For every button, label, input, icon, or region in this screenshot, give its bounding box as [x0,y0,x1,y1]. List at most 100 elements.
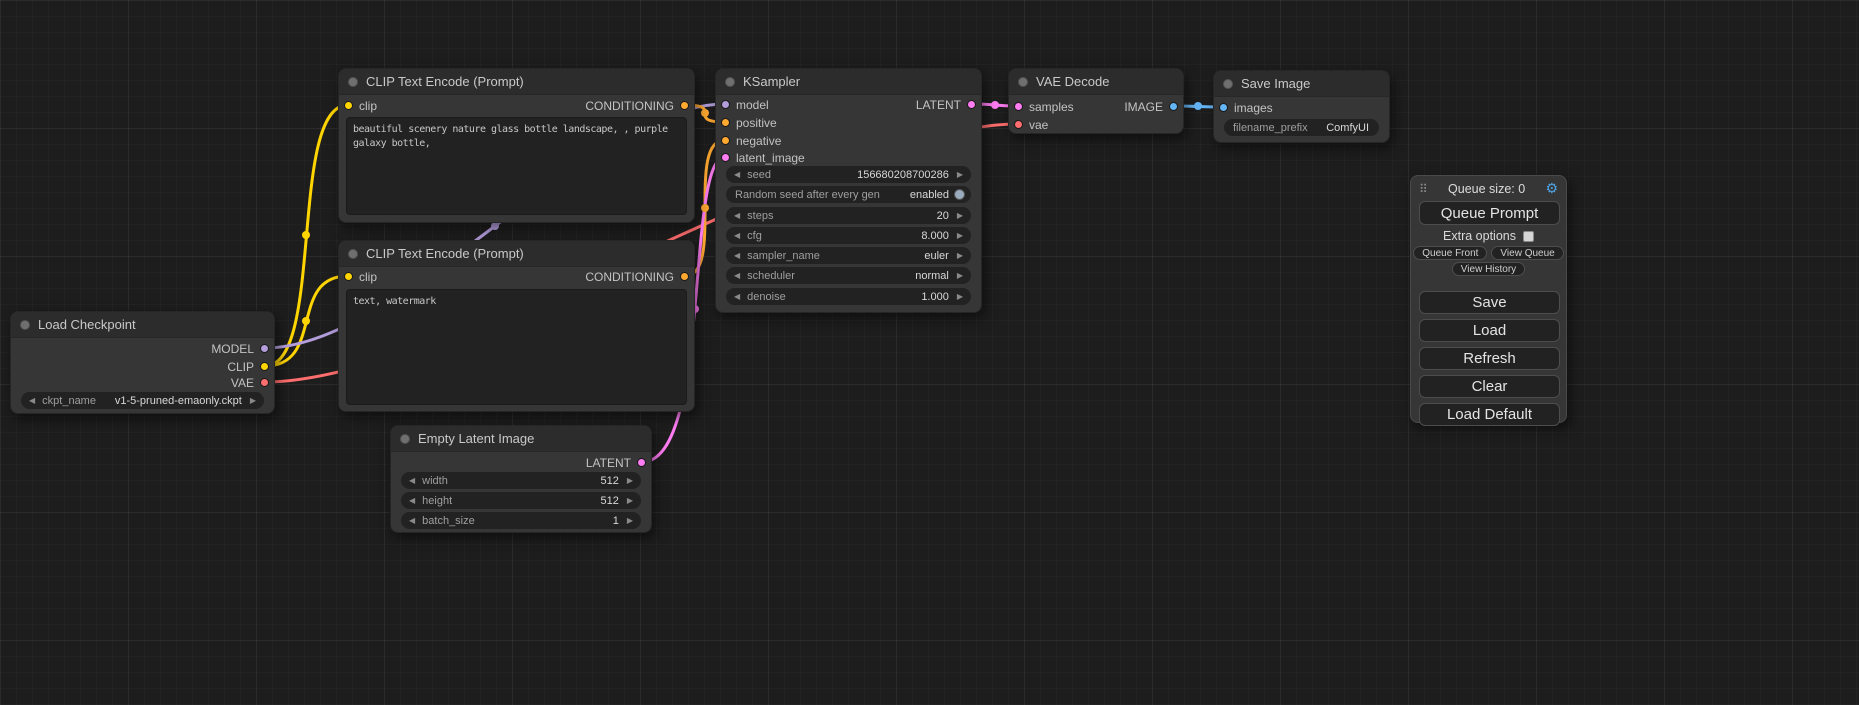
node-header[interactable]: Save Image [1214,71,1389,97]
arrow-left-icon[interactable]: ◀ [731,292,743,301]
input-slot-latent-image[interactable]: latent_image [716,149,805,167]
input-slot-images[interactable]: images [1214,99,1273,117]
node-header[interactable]: Load Checkpoint [11,312,274,338]
input-slot-clip[interactable]: clip [339,97,377,115]
slot-dot-conditioning[interactable] [680,101,689,110]
node-header[interactable]: CLIP Text Encode (Prompt) [339,241,694,267]
slot-dot-image[interactable] [1169,102,1178,111]
node-load-checkpoint[interactable]: Load Checkpoint MODEL CLIP VAE ◀ ckpt_na… [10,311,275,414]
input-slot-negative[interactable]: negative [716,132,781,150]
slot-dot-model[interactable] [721,100,730,109]
node-clip-text-encode-negative[interactable]: CLIP Text Encode (Prompt) clip CONDITION… [338,240,695,412]
widget-cfg[interactable]: ◀ cfg 8.000 ▶ [726,227,971,244]
slot-dot-latent[interactable] [1014,102,1023,111]
arrow-right-icon[interactable]: ▶ [954,231,966,240]
arrow-right-icon[interactable]: ▶ [624,516,636,525]
slot-dot-model[interactable] [260,344,269,353]
arrow-right-icon[interactable]: ▶ [954,271,966,280]
collapse-dot-icon[interactable] [1223,79,1233,89]
node-vae-decode[interactable]: VAE Decode samples vae IMAGE [1008,68,1184,134]
arrow-left-icon[interactable]: ◀ [731,251,743,260]
collapse-dot-icon[interactable] [400,434,410,444]
queue-front-button[interactable]: Queue Front [1413,246,1487,260]
collapse-dot-icon[interactable] [348,249,358,259]
output-slot-latent[interactable]: LATENT [586,454,651,472]
output-slot-model[interactable]: MODEL [211,340,274,358]
node-clip-text-encode-positive[interactable]: CLIP Text Encode (Prompt) clip CONDITION… [338,68,695,223]
arrow-right-icon[interactable]: ▶ [624,476,636,485]
output-slot-conditioning[interactable]: CONDITIONING [585,97,694,115]
slot-dot-clip[interactable] [344,101,353,110]
widget-batch-size[interactable]: ◀ batch_size 1 ▶ [401,512,641,529]
queue-prompt-button[interactable]: Queue Prompt [1419,201,1560,225]
prompt-text-area[interactable]: beautiful scenery nature glass bottle la… [346,117,687,215]
view-queue-button[interactable]: View Queue [1491,246,1563,260]
input-slot-clip[interactable]: clip [339,268,377,286]
arrow-left-icon[interactable]: ◀ [731,231,743,240]
widget-random-seed-toggle[interactable]: Random seed after every gen enabled [726,186,971,203]
widget-height[interactable]: ◀ height 512 ▶ [401,492,641,509]
input-slot-model[interactable]: model [716,96,769,114]
input-slot-positive[interactable]: positive [716,114,777,132]
arrow-left-icon[interactable]: ◀ [731,170,743,179]
node-ksampler[interactable]: KSampler model positive negative latent_… [715,68,982,313]
collapse-dot-icon[interactable] [1018,77,1028,87]
input-slot-vae[interactable]: vae [1009,116,1048,134]
widget-steps[interactable]: ◀ steps 20 ▶ [726,207,971,224]
widget-ckpt-name[interactable]: ◀ ckpt_name v1-5-pruned-emaonly.ckpt ▶ [21,392,264,409]
arrow-left-icon[interactable]: ◀ [731,271,743,280]
widget-width[interactable]: ◀ width 512 ▶ [401,472,641,489]
prompt-text-area[interactable]: text, watermark [346,289,687,405]
slot-dot-conditioning[interactable] [721,136,730,145]
collapse-dot-icon[interactable] [20,320,30,330]
node-save-image[interactable]: Save Image images filename_prefix ComfyU… [1213,70,1390,143]
output-slot-image[interactable]: IMAGE [1124,98,1183,116]
load-button[interactable]: Load [1419,319,1560,342]
arrow-left-icon[interactable]: ◀ [406,496,418,505]
input-slot-samples[interactable]: samples [1009,98,1074,116]
node-header[interactable]: KSampler [716,69,981,95]
node-empty-latent-image[interactable]: Empty Latent Image LATENT ◀ width 512 ▶ … [390,425,652,533]
widget-filename-prefix[interactable]: filename_prefix ComfyUI [1224,119,1379,136]
slot-dot-conditioning[interactable] [680,272,689,281]
widget-sampler-name[interactable]: ◀ sampler_name euler ▶ [726,247,971,264]
load-default-button[interactable]: Load Default [1419,403,1560,426]
arrow-right-icon[interactable]: ▶ [954,170,966,179]
widget-scheduler[interactable]: ◀ scheduler normal ▶ [726,267,971,284]
slot-dot-latent[interactable] [721,153,730,162]
slot-dot-clip[interactable] [260,362,269,371]
settings-gear-icon[interactable]: ⚙ [1545,181,1558,197]
slot-dot-image[interactable] [1219,103,1228,112]
arrow-right-icon[interactable]: ▶ [954,251,966,260]
arrow-right-icon[interactable]: ▶ [954,292,966,301]
arrow-right-icon[interactable]: ▶ [247,396,259,405]
node-header[interactable]: CLIP Text Encode (Prompt) [339,69,694,95]
arrow-left-icon[interactable]: ◀ [731,211,743,220]
slot-dot-latent[interactable] [967,100,976,109]
save-button[interactable]: Save [1419,291,1560,314]
node-header[interactable]: Empty Latent Image [391,426,651,452]
toggle-knob[interactable] [954,189,965,200]
arrow-right-icon[interactable]: ▶ [624,496,636,505]
node-header[interactable]: VAE Decode [1009,69,1183,95]
extra-options-checkbox[interactable] [1523,231,1534,242]
arrow-left-icon[interactable]: ◀ [406,476,418,485]
slot-dot-conditioning[interactable] [721,118,730,127]
slot-dot-clip[interactable] [344,272,353,281]
graph-canvas[interactable]: Load Checkpoint MODEL CLIP VAE ◀ ckpt_na… [0,0,1859,705]
clear-button[interactable]: Clear [1419,375,1560,398]
view-history-button[interactable]: View History [1452,262,1525,276]
collapse-dot-icon[interactable] [348,77,358,87]
widget-seed[interactable]: ◀ seed 156680208700286 ▶ [726,166,971,183]
drag-handle-icon[interactable]: ⠿ [1419,182,1428,196]
output-slot-vae[interactable]: VAE [231,374,274,392]
arrow-right-icon[interactable]: ▶ [954,211,966,220]
slot-dot-latent[interactable] [637,458,646,467]
output-slot-latent[interactable]: LATENT [916,96,981,114]
output-slot-conditioning[interactable]: CONDITIONING [585,268,694,286]
slot-dot-vae[interactable] [1014,120,1023,129]
slot-dot-vae[interactable] [260,378,269,387]
arrow-left-icon[interactable]: ◀ [26,396,38,405]
refresh-button[interactable]: Refresh [1419,347,1560,370]
collapse-dot-icon[interactable] [725,77,735,87]
